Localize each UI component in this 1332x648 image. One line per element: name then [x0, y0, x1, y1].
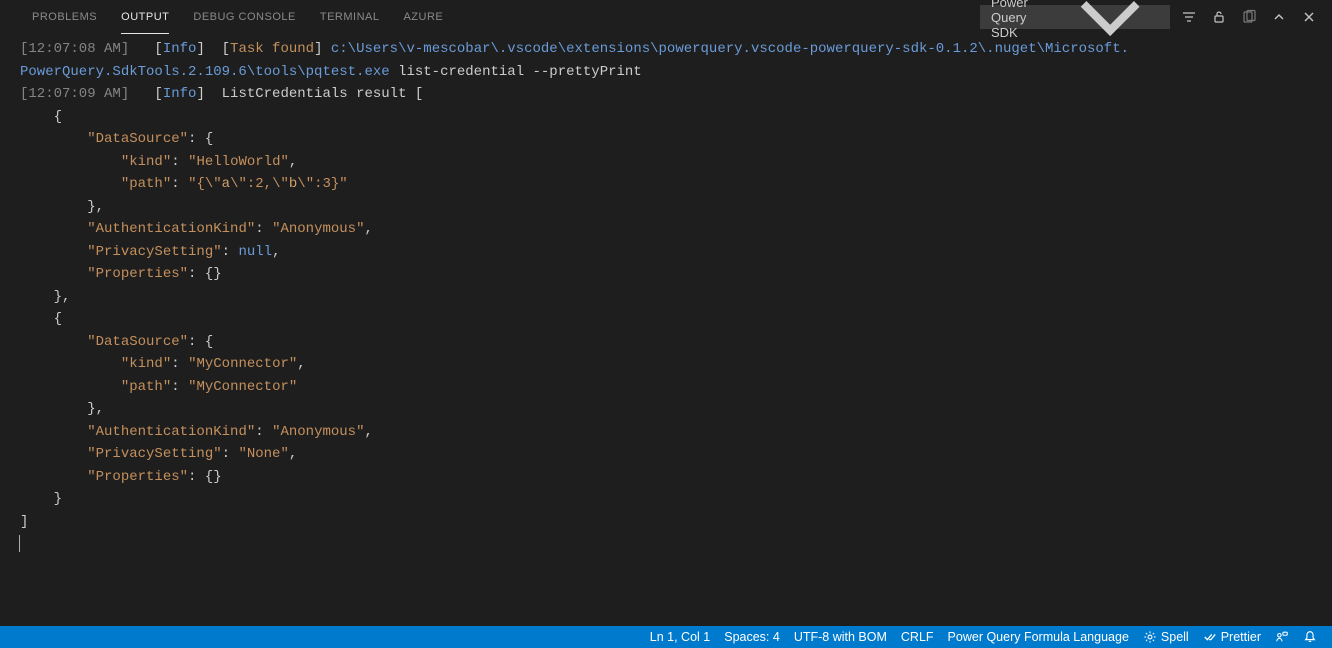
json-key: "AuthenticationKind"	[87, 424, 255, 440]
log-level: Info	[163, 86, 197, 102]
json-key: "PrivacySetting"	[87, 244, 221, 260]
text-cursor	[19, 535, 20, 552]
json-key: "AuthenticationKind"	[87, 221, 255, 237]
json-key: "DataSource"	[87, 131, 188, 147]
double-check-icon	[1203, 630, 1217, 644]
json-key: "kind"	[121, 356, 171, 372]
gear-icon	[1143, 630, 1157, 644]
log-text: ListCredentials result [	[205, 86, 423, 102]
log-path: c:\Users\v-mescobar\.vscode\extensions\p…	[331, 41, 1129, 57]
status-spell-label: Spell	[1161, 630, 1189, 644]
tab-terminal[interactable]: Terminal	[308, 0, 392, 34]
chevron-up-icon[interactable]	[1268, 6, 1290, 28]
json-key: "PrivacySetting"	[87, 446, 221, 462]
json-string: "Anonymous"	[272, 424, 364, 440]
status-spell[interactable]: Spell	[1136, 626, 1196, 648]
json-key: "DataSource"	[87, 334, 188, 350]
status-prettier-label: Prettier	[1221, 630, 1261, 644]
json-string: "{\"a\":2,\"b\":3}"	[188, 176, 348, 192]
json-string: "MyConnector"	[188, 356, 297, 372]
json-null: null	[238, 244, 272, 260]
status-bar: Ln 1, Col 1 Spaces: 4 UTF-8 with BOM CRL…	[0, 626, 1332, 648]
panel-actions: Power Query SDK	[980, 5, 1320, 29]
output-channel-label: Power Query SDK	[991, 0, 1057, 40]
json-string: "HelloWorld"	[188, 154, 289, 170]
status-language-mode[interactable]: Power Query Formula Language	[941, 626, 1136, 648]
panel-tab-bar: Problems Output Debug Console Terminal A…	[0, 0, 1332, 34]
bell-icon	[1303, 630, 1317, 644]
json-string: "MyConnector"	[188, 379, 297, 395]
log-args: list-credential --prettyPrint	[390, 64, 642, 80]
person-feedback-icon	[1275, 630, 1289, 644]
tab-azure[interactable]: Azure	[391, 0, 455, 34]
status-eol[interactable]: CRLF	[894, 626, 941, 648]
clear-output-icon[interactable]	[1238, 6, 1260, 28]
status-prettier[interactable]: Prettier	[1196, 626, 1268, 648]
log-level: Info	[163, 41, 197, 57]
status-cursor-position[interactable]: Ln 1, Col 1	[643, 626, 717, 648]
log-path: PowerQuery.SdkTools.2.109.6\tools\pqtest…	[20, 64, 390, 80]
log-task: Task found	[230, 41, 314, 57]
output-channel-select[interactable]: Power Query SDK	[980, 5, 1170, 29]
tab-output[interactable]: Output	[109, 0, 181, 34]
status-encoding[interactable]: UTF-8 with BOM	[787, 626, 894, 648]
close-icon[interactable]	[1298, 6, 1320, 28]
log-timestamp: [12:07:08 AM]	[20, 41, 129, 57]
json-key: "path"	[121, 176, 171, 192]
filter-icon[interactable]	[1178, 6, 1200, 28]
unlock-icon[interactable]	[1208, 6, 1230, 28]
log-timestamp: [12:07:09 AM]	[20, 86, 129, 102]
json-key: "kind"	[121, 154, 171, 170]
tab-problems[interactable]: Problems	[20, 0, 109, 34]
json-string: "Anonymous"	[272, 221, 364, 237]
status-notifications-icon[interactable]	[1296, 626, 1324, 648]
json-string: "None"	[238, 446, 288, 462]
json-key: "Properties"	[87, 266, 188, 282]
status-indent[interactable]: Spaces: 4	[717, 626, 787, 648]
json-key: "path"	[121, 379, 171, 395]
json-key: "Properties"	[87, 469, 188, 485]
tab-debug-console[interactable]: Debug Console	[181, 0, 307, 34]
output-panel[interactable]: [12:07:08 AM] [Info] [Task found] c:\Use…	[0, 34, 1332, 556]
status-feedback-icon[interactable]	[1268, 626, 1296, 648]
